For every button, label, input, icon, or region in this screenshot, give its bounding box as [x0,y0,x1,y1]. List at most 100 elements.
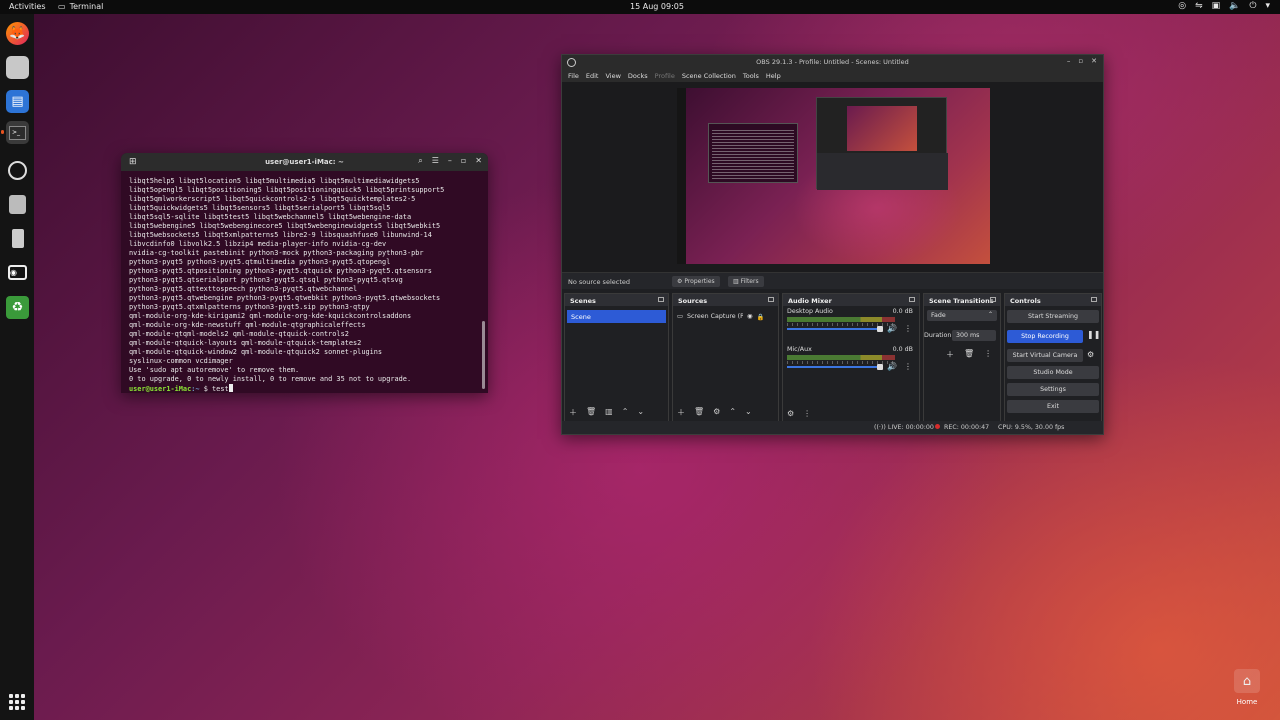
add-icon[interactable]: ＋ [569,407,577,418]
show-apps-icon[interactable] [9,694,25,710]
menu-tools[interactable]: Tools [743,72,759,80]
more-icon[interactable]: ⋮ [984,349,992,360]
menu-help[interactable]: Help [766,72,781,80]
terminal-window[interactable]: ⊞ user@user1-iMac: ~ ⌕ ☰ – ▫ ✕ libqt5hel… [121,153,488,393]
network-icon[interactable]: ⇋ [1195,1,1203,11]
menu-scene-collection[interactable]: Scene Collection [682,72,736,80]
menu-view[interactable]: View [605,72,620,80]
undock-icon[interactable] [909,297,915,302]
start-streaming-button[interactable]: Start Streaming [1007,310,1099,323]
speaker-icon[interactable]: 🔊 [887,362,897,371]
maximize-icon[interactable]: ▫ [461,156,466,166]
chevron-down-icon[interactable]: ▾ [1265,1,1270,11]
channel-db: 0.0 dB [892,308,913,315]
scene-item[interactable]: Scene [567,310,666,323]
home-folder-icon[interactable]: ⌂ [1234,669,1260,693]
studio-mode-button[interactable]: Studio Mode [1007,366,1099,379]
menu-docks[interactable]: Docks [628,72,648,80]
power-icon[interactable]: ⏻ [1249,1,1256,11]
volume-icon[interactable]: 🔈 [1229,1,1240,11]
remove-icon[interactable]: 🗑 [694,407,704,418]
gear-icon[interactable]: ⚙ [1087,350,1094,359]
terminal-line: python3-pyqt5.qttexttospeech python3-pyq… [129,285,358,293]
chevron-down-icon[interactable]: ⌄ [745,407,752,418]
pause-icon[interactable]: ❚❚ [1087,330,1100,339]
undock-icon[interactable] [768,297,774,302]
add-icon[interactable]: ＋ [946,349,954,360]
files-icon[interactable] [6,56,29,79]
gear-icon[interactable]: ⚙ [713,407,720,418]
volume-slider-handle[interactable] [877,364,883,370]
obs-window[interactable]: OBS 29.1.3 - Profile: Untitled - Scenes:… [561,54,1104,435]
exit-button[interactable]: Exit [1007,400,1099,413]
clock[interactable]: 15 Aug 09:05 [620,2,694,11]
terminal-header[interactable]: ⊞ user@user1-iMac: ~ ⌕ ☰ – ▫ ✕ [121,153,488,171]
minimize-icon[interactable]: – [1067,57,1071,65]
prompt-path: :~ [191,385,200,393]
obs-titlebar[interactable]: OBS 29.1.3 - Profile: Untitled - Scenes:… [562,55,1103,69]
search-icon[interactable]: ⌕ [418,156,422,166]
terminal-icon[interactable]: >_ [1,121,29,144]
close-icon[interactable]: ✕ [1091,57,1097,65]
source-item[interactable]: ▭ Screen Capture (PipeWire) ◉ 🔒 [677,311,774,322]
remove-icon[interactable]: 🗑 [586,407,596,418]
activities-button[interactable]: Activities [9,2,46,11]
app-menu[interactable]: ▭ Terminal [58,2,103,11]
audio-mixer-panel: Audio Mixer Desktop Audio 0.0 dB 🔊 ⋮ Mic… [782,293,920,423]
volume-slider[interactable] [787,328,883,330]
chevron-up-icon[interactable]: ⌃ [729,407,736,418]
terminal-line: qml-module-org-kde-newstuff qml-module-q… [129,321,366,329]
start-virtual-camera-button[interactable]: Start Virtual Camera [1007,349,1083,362]
more-icon[interactable]: ⋮ [904,362,912,371]
menu-file[interactable]: File [568,72,579,80]
chevron-up-icon[interactable]: ⌃ [622,407,629,418]
lock-icon[interactable]: 🔒 [756,313,764,321]
more-icon[interactable]: ⋮ [904,324,912,333]
terminal-line: libqt5sql5-sqlite libqt5test5 libqt5webc… [129,213,412,221]
maximize-icon[interactable]: ▫ [1078,57,1083,65]
menu-profile[interactable]: Profile [655,72,675,80]
volume-slider-handle[interactable] [877,326,883,332]
chevron-down-icon[interactable]: ⌄ [637,407,644,418]
terminal-prompt-line[interactable]: user@user1-iMac:~ $ test [129,384,488,393]
more-icon[interactable]: ⋮ [803,409,811,418]
remove-icon[interactable]: 🗑 [964,349,974,360]
prompt-input[interactable]: test [212,385,229,393]
properties-button[interactable]: ⚙ Properties [672,276,720,287]
firefox-icon[interactable]: 🦊 [6,22,29,45]
volume-meter [787,355,895,360]
obs-icon[interactable] [6,159,29,182]
screenshot-icon[interactable]: ◉ [6,261,29,284]
terminal-line: qml-module-qtquick-window2 qml-module-qt… [129,348,383,356]
speaker-icon[interactable]: 🔊 [887,324,897,333]
filters-button[interactable]: ▥ Filters [728,276,764,287]
usb-drive-icon[interactable] [6,227,29,250]
undock-icon[interactable] [658,297,664,302]
duration-input[interactable]: 300 ms [952,330,996,341]
gear-icon[interactable]: ⚙ [787,409,794,418]
screen-share-icon[interactable]: ▣ [1212,1,1221,11]
disk-icon[interactable] [6,193,29,216]
minimize-icon[interactable]: – [448,156,452,166]
help-icon[interactable]: ◎ [1178,1,1186,11]
settings-button[interactable]: Settings [1007,383,1099,396]
stop-recording-button[interactable]: Stop Recording [1007,330,1083,343]
trash-icon[interactable]: ♻ [6,296,29,319]
filter-icon[interactable]: ▥ [605,407,613,418]
undock-icon[interactable] [1091,297,1097,302]
volume-slider[interactable] [787,366,883,368]
terminal-scrollbar[interactable] [482,321,485,389]
preview-canvas[interactable] [677,88,990,264]
terminal-output[interactable]: libqt5help5 libqt5location5 libqt5multim… [121,171,488,393]
eye-icon[interactable]: ◉ [747,313,753,320]
home-folder-label[interactable]: Home [1228,698,1266,706]
add-icon[interactable]: ＋ [677,407,685,418]
system-tray[interactable]: ◎ ⇋ ▣ 🔈 ⏻ ▾ [1178,1,1270,11]
close-icon[interactable]: ✕ [475,156,482,166]
menu-edit[interactable]: Edit [586,72,599,80]
menu-icon[interactable]: ☰ [432,156,439,166]
undock-icon[interactable] [990,297,996,302]
transition-select[interactable]: Fade [927,310,997,321]
preview-obs-window [816,97,948,190]
text-editor-icon[interactable]: ▤ [6,90,29,113]
